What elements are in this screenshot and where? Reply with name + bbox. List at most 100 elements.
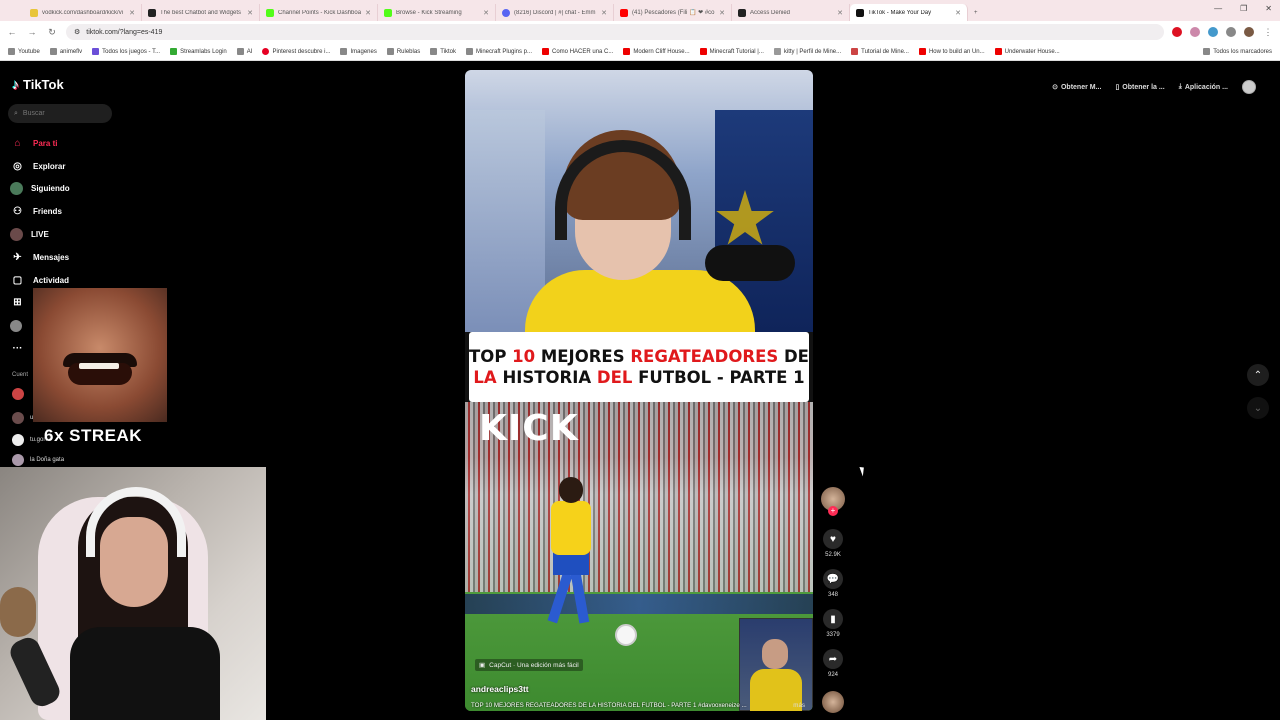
address-bar[interactable]: ⚙ tiktok.com/?lang=es-419 xyxy=(66,24,1164,40)
streamer-webcam xyxy=(0,467,266,720)
get-coins-button[interactable]: ⊙ Obtener M... xyxy=(1052,83,1101,92)
kick-watermark: KICK xyxy=(479,408,579,449)
picture-in-picture-cam xyxy=(739,618,813,711)
bookmark-item[interactable]: AI xyxy=(236,48,252,55)
menu-icon[interactable]: ⋮ xyxy=(1262,27,1274,38)
sidebar-item-live[interactable]: LIVE xyxy=(10,223,120,246)
back-icon[interactable]: ← xyxy=(6,27,18,37)
extensions-icon[interactable] xyxy=(1226,27,1236,37)
title-text: FUTBOL - PARTE 1 xyxy=(632,368,805,387)
bookmark-item[interactable]: Ruleblas xyxy=(386,48,420,55)
sidebar-item-label: Para ti xyxy=(33,138,58,148)
bookmark-item[interactable]: Imagenes xyxy=(340,48,377,55)
restore-icon[interactable]: ❐ xyxy=(1240,4,1247,13)
browser-tab[interactable]: (8216) Discord | #| chat - Emm ✕ xyxy=(496,4,614,21)
video-username[interactable]: andreaclips3tt xyxy=(471,684,529,694)
like-button[interactable]: ♥ xyxy=(823,529,843,549)
bookmark-item[interactable]: Minecraft Tutorial |... xyxy=(699,48,764,55)
user-avatar[interactable] xyxy=(1242,80,1256,94)
browser-tab[interactable]: Channel Points - Kick Dashboa ✕ xyxy=(260,4,378,21)
sidebar-item-mensajes[interactable]: ✈ Mensajes xyxy=(10,246,120,269)
heart-icon: ♥ xyxy=(830,533,836,545)
title-text-red: LA xyxy=(473,368,497,387)
previous-video-button[interactable]: ⌃ xyxy=(1247,364,1269,386)
sidebar-item-siguiendo[interactable]: Siguiendo xyxy=(10,178,120,201)
folder-icon xyxy=(49,48,57,55)
bookmark-label: animeflv xyxy=(59,48,83,55)
browser-tab-active[interactable]: TikTok - Make Your Day ✕ xyxy=(850,4,968,21)
bookmark-item[interactable]: Modern Cliff House... xyxy=(623,48,690,55)
title-text: HISTORIA xyxy=(496,368,597,387)
sidebar-item-para-ti[interactable]: ⌂ Para ti xyxy=(10,132,120,155)
sidebar-item-label: Siguiendo xyxy=(31,184,70,194)
save-button[interactable]: ▮ xyxy=(823,609,843,629)
follow-plus-icon[interactable]: + xyxy=(828,506,838,516)
bookmark-label: Underwater House... xyxy=(1004,48,1060,55)
next-video-button[interactable]: ⌄ xyxy=(1247,397,1269,419)
close-icon[interactable]: ✕ xyxy=(365,9,371,17)
profile-avatar[interactable] xyxy=(1244,27,1254,37)
window-controls: — ❐ ✕ xyxy=(1214,4,1272,13)
bookmark-item[interactable]: kitty | Perfil de Mine... xyxy=(773,48,841,55)
close-window-icon[interactable]: ✕ xyxy=(1265,4,1272,13)
extension-icon[interactable] xyxy=(1208,27,1218,37)
bookmark-item[interactable]: Todos los juegos - T... xyxy=(92,48,160,55)
browser-tab[interactable]: vodkick.com/dashboard/kick/vi ✕ xyxy=(24,4,142,21)
share-button[interactable]: ➦ xyxy=(823,649,843,669)
close-icon[interactable]: ✕ xyxy=(955,9,961,17)
comment-button[interactable]: 💬 xyxy=(823,569,843,589)
browser-tab[interactable]: Browse - Kick Streaming ✕ xyxy=(378,4,496,21)
chevron-up-icon: ⌃ xyxy=(1253,369,1263,381)
bookmark-item[interactable]: Tutorial de Mine... xyxy=(851,48,909,55)
bookmark-item[interactable]: Underwater House... xyxy=(994,48,1060,55)
get-app-button[interactable]: ▯ Obtener la ... xyxy=(1115,83,1164,92)
tab-title: The best Chatbot and Widgets xyxy=(160,9,242,16)
new-tab-button[interactable]: + xyxy=(968,4,988,21)
tab-title: Browse - Kick Streaming xyxy=(396,9,462,16)
extension-icon[interactable] xyxy=(1190,27,1200,37)
tiktok-logo[interactable]: ♪ TikTok xyxy=(12,76,64,92)
close-icon[interactable]: ✕ xyxy=(837,9,843,17)
tab-favicon xyxy=(620,8,628,17)
capcut-tag[interactable]: ▣ CapCut · Una edición más fácil xyxy=(475,659,583,671)
bookmark-item[interactable]: How to build an Un... xyxy=(918,48,985,55)
ad-board xyxy=(465,594,813,614)
site-info-icon[interactable]: ⚙ xyxy=(74,28,80,36)
bookmark-item[interactable]: Minecraft Plugins p... xyxy=(465,48,532,55)
caption-more-link[interactable]: más xyxy=(793,702,805,709)
minimize-icon[interactable]: — xyxy=(1214,4,1222,13)
desktop-app-button[interactable]: ⤓ Aplicación ... xyxy=(1179,83,1228,91)
sidebar-item-explorar[interactable]: ◎ Explorar xyxy=(10,155,120,178)
forward-icon[interactable]: → xyxy=(26,27,38,37)
search-input[interactable] xyxy=(22,110,103,117)
bookmark-item[interactable]: Tiktok xyxy=(430,48,456,55)
tab-favicon xyxy=(266,8,274,17)
bookmark-item[interactable]: Streamlabs Login xyxy=(170,48,227,55)
opera-icon[interactable] xyxy=(1172,27,1182,37)
close-icon[interactable]: ✕ xyxy=(483,9,489,17)
account-item[interactable] xyxy=(12,388,24,400)
bookmark-item[interactable]: Como HACER una C... xyxy=(542,48,613,55)
coin-icon: ⊙ xyxy=(1052,84,1058,91)
search-box[interactable]: ⌕ xyxy=(8,104,112,123)
close-icon[interactable]: ✕ xyxy=(247,9,253,17)
creator-avatar[interactable]: + xyxy=(821,487,845,516)
title-text: DE xyxy=(778,347,809,366)
bookmark-item[interactable]: Youtube xyxy=(8,48,40,55)
browser-tab[interactable]: (41) Pescadores (Fili 📋 ❤ #co ✕ xyxy=(614,4,732,21)
video-actions: + ♥ 52.9K 💬 348 ▮ 3379 ➦ 924 xyxy=(820,487,846,713)
music-disc[interactable] xyxy=(822,691,844,713)
close-icon[interactable]: ✕ xyxy=(719,9,725,17)
sidebar-item-friends[interactable]: ⚇ Friends xyxy=(10,200,120,223)
browser-tab[interactable]: The best Chatbot and Widgets ✕ xyxy=(142,4,260,21)
bookmark-item[interactable]: Pinterest descubre i... xyxy=(262,48,330,55)
close-icon[interactable]: ✕ xyxy=(129,9,135,17)
folder-icon xyxy=(236,48,244,55)
bookmark-item[interactable]: animeflv xyxy=(49,48,83,55)
all-bookmarks[interactable]: Todos los marcadores xyxy=(1203,48,1272,55)
account-item[interactable]: la Doña gata xyxy=(12,454,64,466)
close-icon[interactable]: ✕ xyxy=(601,9,607,17)
browser-tab[interactable]: Access Denied ✕ xyxy=(732,4,850,21)
reload-icon[interactable]: ↻ xyxy=(46,27,58,38)
video-player[interactable]: TOP 10 MEJORES REGATEADORES DE LA HISTOR… xyxy=(465,70,813,711)
